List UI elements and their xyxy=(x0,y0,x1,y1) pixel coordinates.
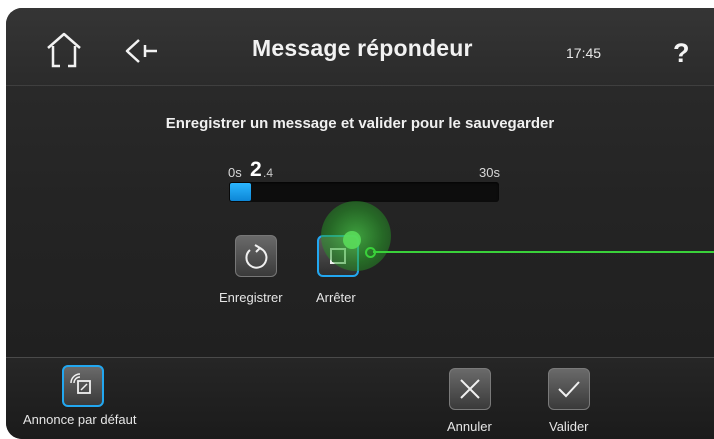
stop-button[interactable] xyxy=(317,235,359,277)
home-icon[interactable] xyxy=(44,30,84,70)
validate-label: Valider xyxy=(549,419,589,434)
answering-message-screen: Message répondeur 17:45 ? Enregistrer un… xyxy=(6,8,714,439)
page-title: Message répondeur xyxy=(252,35,473,61)
cancel-label: Annuler xyxy=(447,419,492,434)
cancel-x-icon xyxy=(460,379,480,399)
pointer-line xyxy=(373,251,714,253)
footer-bar: Annonce par défaut Annuler Valider xyxy=(6,358,714,439)
stop-label: Arrêter xyxy=(316,290,356,305)
validate-button[interactable] xyxy=(548,368,590,410)
min-time-label: 0s xyxy=(228,165,242,180)
header-bar: Message répondeur 17:45 ? xyxy=(6,8,714,86)
back-arrow-icon[interactable] xyxy=(123,36,163,66)
default-announcement-button[interactable] xyxy=(62,365,104,407)
check-icon xyxy=(558,381,580,398)
default-announcement-icon xyxy=(70,373,91,394)
clock: 17:45 xyxy=(566,45,602,61)
current-time-fraction: .4 xyxy=(263,166,274,180)
default-announcement-label: Annonce par défaut xyxy=(23,412,137,427)
cancel-button[interactable] xyxy=(449,368,491,410)
instruction-text: Enregistrer un message et valider pour l… xyxy=(165,115,555,132)
max-time-label: 30s xyxy=(479,165,500,180)
current-time-seconds: 2 xyxy=(250,158,262,181)
record-button[interactable] xyxy=(235,235,277,277)
help-button[interactable]: ? xyxy=(673,38,690,69)
recording-progress-fill xyxy=(230,183,251,201)
record-label: Enregistrer xyxy=(219,290,283,305)
recording-progress-bar xyxy=(229,182,499,202)
stop-square-icon xyxy=(330,248,346,264)
recording-time-labels: 0s 2 .4 30s xyxy=(228,158,500,182)
record-refresh-icon xyxy=(245,244,268,269)
